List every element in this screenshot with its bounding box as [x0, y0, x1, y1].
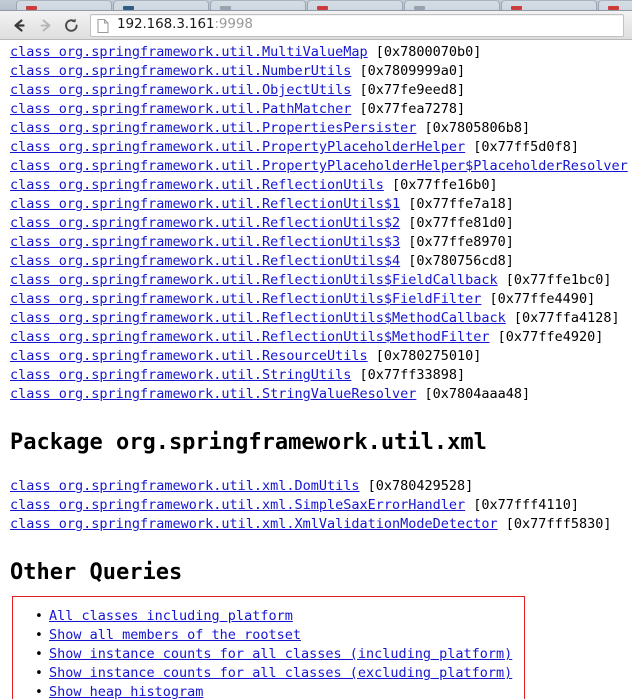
class-address: [0x780275010]	[368, 348, 482, 364]
class-link[interactable]: class org.springframework.util.PropertyP…	[10, 158, 628, 174]
class-link[interactable]: class org.springframework.util.Reflectio…	[10, 215, 400, 231]
class-address: [0x7800070b0]	[368, 44, 482, 60]
class-entry: class org.springframework.util.Reflectio…	[10, 271, 632, 290]
query-list-item: Show instance counts for all classes (ex…	[49, 664, 524, 683]
class-address: [0x77fe9eed8]	[351, 82, 465, 98]
class-address: [0x7804aaa48]	[416, 386, 530, 402]
class-link[interactable]: class org.springframework.util.Reflectio…	[10, 196, 400, 212]
class-link[interactable]: class org.springframework.util.xml.DomUt…	[10, 478, 360, 494]
other-queries-box: All classes including platform Show all m…	[12, 596, 525, 699]
forward-button[interactable]	[32, 13, 58, 37]
class-entry: class org.springframework.util.PropertyP…	[10, 138, 632, 157]
class-entry: class org.springframework.util.ResourceU…	[10, 347, 632, 366]
util-class-list: class org.springframework.util.MultiValu…	[0, 40, 632, 404]
query-link[interactable]: Show heap histogram	[49, 684, 203, 699]
class-entry: class org.springframework.util.Reflectio…	[10, 195, 632, 214]
class-entry: class org.springframework.util.Reflectio…	[10, 233, 632, 252]
class-address: [	[628, 158, 632, 174]
query-list-item: Show heap histogram	[49, 683, 524, 699]
class-entry: class org.springframework.util.Reflectio…	[10, 252, 632, 271]
class-entry: class org.springframework.util.xml.DomUt…	[10, 477, 632, 496]
class-entry: class org.springframework.util.Reflectio…	[10, 214, 632, 233]
query-list-item: Show instance counts for all classes (in…	[49, 645, 524, 664]
class-entry: class org.springframework.util.NumberUti…	[10, 62, 632, 81]
class-link[interactable]: class org.springframework.util.Reflectio…	[10, 291, 481, 307]
class-address: [0x77ffe16b0]	[384, 177, 498, 193]
class-link[interactable]: class org.springframework.util.Reflectio…	[10, 329, 490, 345]
reload-button[interactable]	[58, 13, 84, 37]
page-icon	[97, 18, 109, 32]
tab-strip[interactable]	[0, 0, 632, 11]
page-content: class org.springframework.util.MultiValu…	[0, 40, 632, 699]
class-address: [0x77ffe4490]	[481, 291, 595, 307]
class-entry: class org.springframework.util.PropertyP…	[10, 157, 632, 176]
class-link[interactable]: class org.springframework.util.PathMatch…	[10, 101, 351, 117]
class-address: [0x77ffe81d0]	[400, 215, 514, 231]
url-port: :9998	[214, 16, 252, 32]
class-entry: class org.springframework.util.MultiValu…	[10, 43, 632, 62]
class-address: [0x77ffe4920]	[490, 329, 604, 345]
class-address: [0x77fff4110]	[465, 497, 579, 513]
class-address: [0x77ffe7a18]	[400, 196, 514, 212]
query-list-item: Show all members of the rootset	[49, 626, 524, 645]
other-queries-list: All classes including platform Show all m…	[13, 607, 524, 699]
class-link[interactable]: class org.springframework.util.ObjectUti…	[10, 82, 351, 98]
class-address: [0x77ff33898]	[351, 367, 465, 383]
class-address: [0x77fea7278]	[351, 101, 465, 117]
query-link[interactable]: Show instance counts for all classes (ex…	[49, 665, 512, 681]
class-link[interactable]: class org.springframework.util.Reflectio…	[10, 234, 400, 250]
class-entry: class org.springframework.util.xml.XmlVa…	[10, 515, 632, 534]
query-link[interactable]: All classes including platform	[49, 608, 293, 624]
other-queries-heading: Other Queries	[0, 534, 632, 585]
class-address: [0x77ffa4128]	[506, 310, 620, 326]
class-link[interactable]: class org.springframework.util.Reflectio…	[10, 272, 498, 288]
class-link[interactable]: class org.springframework.util.Reflectio…	[10, 310, 506, 326]
url-host: 192.168.3.161	[117, 16, 214, 32]
class-link[interactable]: class org.springframework.util.Reflectio…	[10, 253, 400, 269]
class-address: [0x7805806b8]	[416, 120, 530, 136]
back-button[interactable]	[6, 13, 32, 37]
class-address: [0x77ff5d0f8]	[465, 139, 579, 155]
class-link[interactable]: class org.springframework.util.PropertyP…	[10, 139, 465, 155]
class-link[interactable]: class org.springframework.util.NumberUti…	[10, 63, 351, 79]
class-address: [0x77fff5830]	[498, 516, 612, 532]
class-address: [0x780429528]	[360, 478, 474, 494]
url-bar[interactable]: 192.168.3.161:9998	[90, 14, 624, 37]
class-entry: class org.springframework.util.xml.Simpl…	[10, 496, 632, 515]
class-address: [0x77ffe8970]	[400, 234, 514, 250]
query-list-item: All classes including platform	[49, 607, 524, 626]
class-link[interactable]: class org.springframework.util.xml.Simpl…	[10, 497, 465, 513]
class-entry: class org.springframework.util.Reflectio…	[10, 176, 632, 195]
class-link[interactable]: class org.springframework.util.xml.XmlVa…	[10, 516, 498, 532]
url-text: 192.168.3.161:9998	[117, 18, 253, 32]
class-link[interactable]: class org.springframework.util.Reflectio…	[10, 177, 384, 193]
class-entry: class org.springframework.util.StringVal…	[10, 385, 632, 404]
class-entry: class org.springframework.util.Reflectio…	[10, 309, 632, 328]
query-link[interactable]: Show all members of the rootset	[49, 627, 301, 643]
class-address: [0x780756cd8]	[400, 253, 514, 269]
class-entry: class org.springframework.util.Reflectio…	[10, 290, 632, 309]
class-entry: class org.springframework.util.Reflectio…	[10, 328, 632, 347]
class-link[interactable]: class org.springframework.util.MultiValu…	[10, 44, 368, 60]
browser-chrome: 192.168.3.161:9998	[0, 0, 632, 40]
class-entry: class org.springframework.util.Propertie…	[10, 119, 632, 138]
class-link[interactable]: class org.springframework.util.StringVal…	[10, 386, 416, 402]
class-entry: class org.springframework.util.ObjectUti…	[10, 81, 632, 100]
class-link[interactable]: class org.springframework.util.ResourceU…	[10, 348, 368, 364]
class-entry: class org.springframework.util.PathMatch…	[10, 100, 632, 119]
xml-class-list: class org.springframework.util.xml.DomUt…	[0, 455, 632, 534]
class-address: [0x7809999a0]	[351, 63, 465, 79]
xml-package-heading: Package org.springframework.util.xml	[0, 404, 632, 455]
browser-toolbar: 192.168.3.161:9998	[0, 11, 632, 40]
class-address: [0x77ffe1bc0]	[498, 272, 612, 288]
class-link[interactable]: class org.springframework.util.StringUti…	[10, 367, 351, 383]
query-link[interactable]: Show instance counts for all classes (in…	[49, 646, 512, 662]
class-link[interactable]: class org.springframework.util.Propertie…	[10, 120, 416, 136]
class-entry: class org.springframework.util.StringUti…	[10, 366, 632, 385]
